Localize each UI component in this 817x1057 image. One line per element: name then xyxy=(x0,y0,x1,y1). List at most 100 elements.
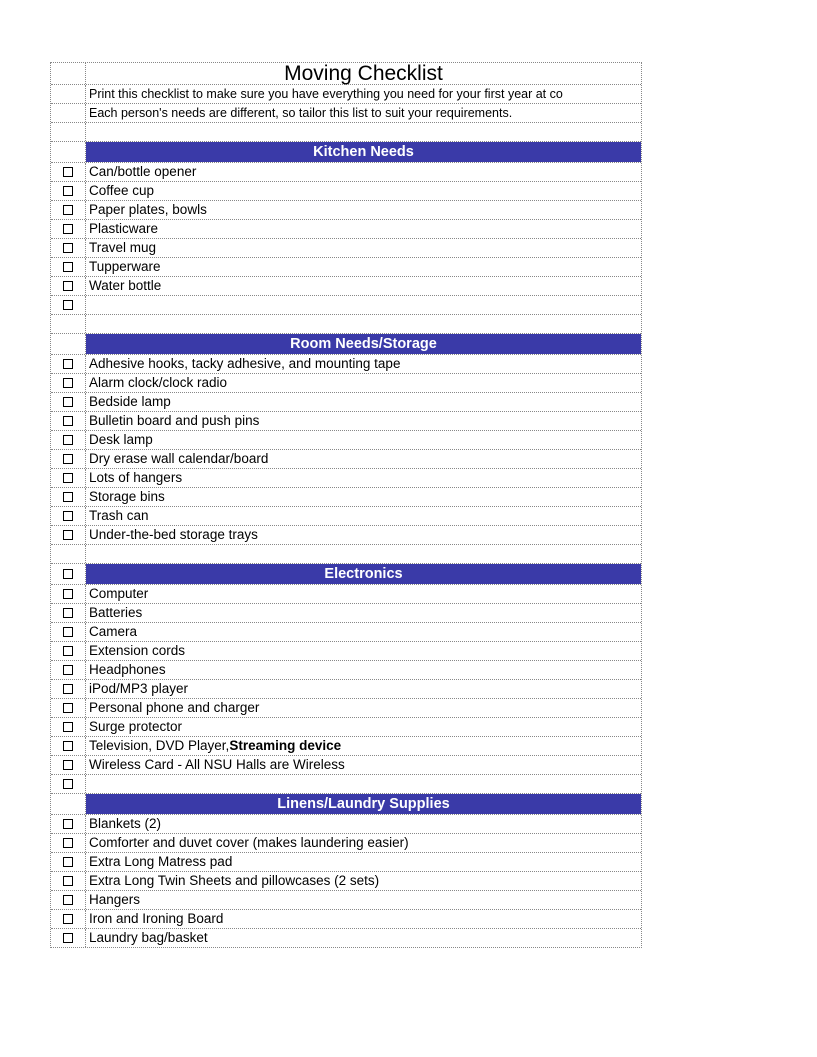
empty-cell xyxy=(51,794,86,814)
checkbox-cell[interactable] xyxy=(51,623,86,641)
checkbox-cell[interactable] xyxy=(51,526,86,544)
item-text: Extra Long Twin Sheets and pillowcases (… xyxy=(86,872,641,890)
item-bold: Streaming device xyxy=(229,738,341,754)
item-text: Dry erase wall calendar/board xyxy=(86,450,641,468)
checkbox-cell[interactable] xyxy=(51,469,86,487)
checkbox-icon xyxy=(63,779,73,789)
checkbox-cell[interactable] xyxy=(51,374,86,392)
checkbox-cell[interactable] xyxy=(51,182,86,200)
intro-row-1: Print this checklist to make sure you ha… xyxy=(51,85,641,104)
checkbox-icon xyxy=(63,914,73,924)
list-item: Surge protector xyxy=(51,718,641,737)
checkbox-icon xyxy=(63,378,73,388)
section-title: Room Needs/Storage xyxy=(86,334,641,354)
intro-row-2: Each person's needs are different, so ta… xyxy=(51,104,641,123)
item-text: Adhesive hooks, tacky adhesive, and moun… xyxy=(86,355,641,373)
checkbox-icon xyxy=(63,627,73,637)
list-item: Plasticware xyxy=(51,220,641,239)
spacer-row xyxy=(51,123,641,142)
checkbox-cell[interactable] xyxy=(51,220,86,238)
checkbox-cell[interactable] xyxy=(51,239,86,257)
checkbox-cell[interactable] xyxy=(51,929,86,947)
checkbox-cell[interactable] xyxy=(51,661,86,679)
item-text: Hangers xyxy=(86,891,641,909)
checkbox-cell[interactable] xyxy=(51,201,86,219)
checkbox-cell[interactable] xyxy=(51,604,86,622)
checkbox-cell[interactable] xyxy=(51,680,86,698)
item-text: Personal phone and charger xyxy=(86,699,641,717)
checkbox-cell[interactable] xyxy=(51,431,86,449)
list-item: Computer xyxy=(51,585,641,604)
checkbox-cell[interactable] xyxy=(51,258,86,276)
section-title: Linens/Laundry Supplies xyxy=(86,794,641,814)
item-text: Tupperware xyxy=(86,258,641,276)
list-item: Lots of hangers xyxy=(51,469,641,488)
section-header-room: Room Needs/Storage xyxy=(51,334,641,355)
empty-cell xyxy=(51,123,86,141)
checkbox-cell[interactable] xyxy=(51,163,86,181)
list-item: Extra Long Matress pad xyxy=(51,853,641,872)
checkbox-icon xyxy=(63,857,73,867)
checkbox-icon xyxy=(63,454,73,464)
checkbox-cell[interactable] xyxy=(51,277,86,295)
empty-cell xyxy=(51,85,86,103)
item-text: Travel mug xyxy=(86,239,641,257)
checkbox-icon xyxy=(63,359,73,369)
checkbox-cell[interactable] xyxy=(51,737,86,755)
checkbox-cell[interactable] xyxy=(51,296,86,314)
checkbox-cell[interactable] xyxy=(51,450,86,468)
list-item: Extra Long Twin Sheets and pillowcases (… xyxy=(51,872,641,891)
checkbox-icon xyxy=(63,243,73,253)
page-title: Moving Checklist xyxy=(86,63,641,84)
checkbox-icon xyxy=(63,530,73,540)
checkbox-cell[interactable] xyxy=(51,910,86,928)
checkbox-icon xyxy=(63,224,73,234)
checkbox-cell[interactable] xyxy=(51,585,86,603)
checkbox-cell[interactable] xyxy=(51,872,86,890)
checkbox-icon xyxy=(63,167,73,177)
empty-cell xyxy=(86,123,641,141)
checkbox-icon xyxy=(63,819,73,829)
checkbox-cell[interactable] xyxy=(51,815,86,833)
item-text: Trash can xyxy=(86,507,641,525)
checkbox-cell[interactable] xyxy=(51,412,86,430)
checkbox-cell[interactable] xyxy=(51,355,86,373)
checkbox-cell[interactable] xyxy=(51,853,86,871)
checkbox-cell[interactable] xyxy=(51,775,86,793)
checkbox-cell[interactable] xyxy=(51,488,86,506)
checkbox-icon xyxy=(63,186,73,196)
item-text: Extension cords xyxy=(86,642,641,660)
list-item: Tupperware xyxy=(51,258,641,277)
spacer-row xyxy=(51,315,641,334)
checkbox-cell[interactable] xyxy=(51,699,86,717)
item-text: Camera xyxy=(86,623,641,641)
list-item: Can/bottle opener xyxy=(51,163,641,182)
item-text xyxy=(86,296,641,314)
checkbox-cell[interactable] xyxy=(51,756,86,774)
checkbox-cell[interactable] xyxy=(51,834,86,852)
checkbox-icon xyxy=(63,416,73,426)
item-text xyxy=(86,775,641,793)
checkbox-cell[interactable] xyxy=(51,642,86,660)
checkbox-cell[interactable] xyxy=(51,507,86,525)
list-item xyxy=(51,775,641,794)
title-row: Moving Checklist xyxy=(51,63,641,85)
checkbox-icon xyxy=(63,262,73,272)
empty-cell xyxy=(51,315,86,333)
item-text: Alarm clock/clock radio xyxy=(86,374,641,392)
checkbox-icon xyxy=(63,838,73,848)
checkbox-icon xyxy=(63,876,73,886)
list-item: Trash can xyxy=(51,507,641,526)
item-text: Wireless Card - All NSU Halls are Wirele… xyxy=(86,756,641,774)
checkbox-cell[interactable] xyxy=(51,564,86,584)
checkbox-cell[interactable] xyxy=(51,718,86,736)
section-title: Electronics xyxy=(86,564,641,584)
checkbox-icon xyxy=(63,473,73,483)
item-text: Bulletin board and push pins xyxy=(86,412,641,430)
item-prefix: Television, DVD Player, xyxy=(89,738,229,754)
checkbox-cell[interactable] xyxy=(51,891,86,909)
checkbox-icon xyxy=(63,684,73,694)
checkbox-cell[interactable] xyxy=(51,393,86,411)
checkbox-icon xyxy=(63,511,73,521)
item-text: Plasticware xyxy=(86,220,641,238)
